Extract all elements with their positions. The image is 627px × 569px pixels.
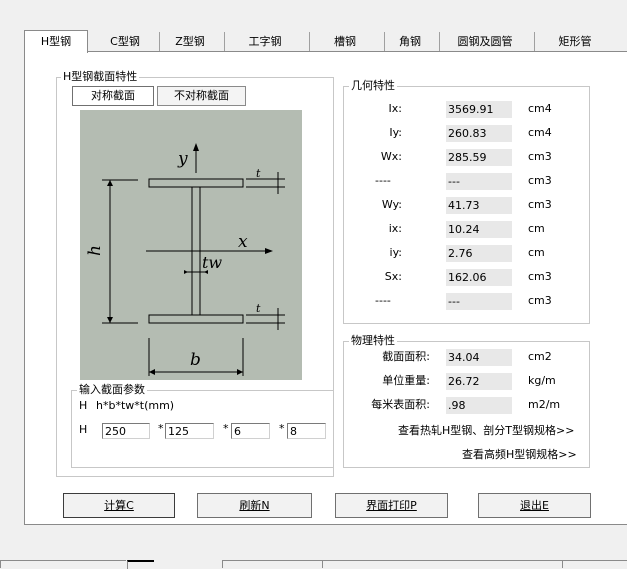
tw-input[interactable] xyxy=(231,423,270,439)
geometry-value: 10.24 xyxy=(446,221,512,238)
b-input[interactable] xyxy=(165,423,214,439)
asymmetric-section-button[interactable]: 不对称截面 xyxy=(157,86,246,106)
geometry-value: 2.76 xyxy=(446,245,512,262)
button-label: 计算C xyxy=(104,499,134,512)
diagram-label-y: y xyxy=(177,149,188,169)
geometry-value: 260.83 xyxy=(446,125,512,142)
geometry-label: iy: xyxy=(389,246,402,259)
calculate-button[interactable]: 计算C xyxy=(63,493,175,518)
tab-label: 圆钢及圆管 xyxy=(457,35,513,48)
geometry-label: Wy: xyxy=(381,198,402,211)
diagram-background xyxy=(80,110,302,380)
exit-button[interactable]: 退出E xyxy=(478,493,591,518)
diagram-label-tw: tw xyxy=(202,253,222,272)
t-input[interactable] xyxy=(287,423,326,439)
geometry-unit: cm xyxy=(528,246,545,259)
symmetric-section-button[interactable]: 对称截面 xyxy=(72,86,154,106)
tab-label: 工字钢 xyxy=(248,35,282,48)
geometry-value: 162.06 xyxy=(446,269,512,286)
button-label: 界面打印P xyxy=(366,499,417,512)
physical-unit: cm2 xyxy=(528,350,552,363)
mult-sign: * xyxy=(223,422,229,435)
physical-unit: kg/m xyxy=(528,374,556,387)
diagram-label-b: b xyxy=(190,350,201,370)
tab-bar: H型钢 C型钢 Z型钢 工字钢 槽钢 角钢 圆钢及圆管 矩形管 xyxy=(24,30,627,53)
geometry-unit: cm3 xyxy=(528,150,552,163)
diagram-label-t-bottom: t xyxy=(256,302,261,315)
diagram-label-t-top: t xyxy=(256,167,261,180)
geometry-unit: cm xyxy=(528,222,545,235)
tab-label: 角钢 xyxy=(399,35,421,48)
tab-channel[interactable]: 槽钢 xyxy=(309,32,380,51)
physical-value: 26.72 xyxy=(446,373,512,390)
geometry-unit: cm3 xyxy=(528,294,552,307)
tab-z-steel[interactable]: Z型钢 xyxy=(159,32,220,51)
input-formula-label: h*b*tw*t(mm) xyxy=(96,399,175,412)
geometry-label: ix: xyxy=(388,222,402,235)
section-group-title: H型钢截面特性 xyxy=(61,70,140,83)
geometry-label: Wx: xyxy=(380,150,402,163)
tab-h-steel[interactable]: H型钢 xyxy=(24,30,88,53)
tab-label: H型钢 xyxy=(40,35,72,48)
tab-label: 槽钢 xyxy=(334,35,356,48)
physical-value: .98 xyxy=(446,397,512,414)
geometry-value: 285.59 xyxy=(446,149,512,166)
geometry-unit: cm4 xyxy=(528,126,552,139)
geometry-label: Iy: xyxy=(389,126,402,139)
geometry-unit: cm3 xyxy=(528,174,552,187)
geometry-label: Ix: xyxy=(388,102,402,115)
high-freq-spec-link[interactable]: 查看高频H型钢规格>> xyxy=(462,446,577,462)
geometry-group-title: 几何特性 xyxy=(349,79,397,92)
geometry-value: --- xyxy=(446,293,512,310)
geometry-value: 41.73 xyxy=(446,197,512,214)
geometry-value: --- xyxy=(446,173,512,190)
input-group-title: 输入截面参数 xyxy=(77,383,147,396)
geometry-label: Sx: xyxy=(384,270,402,283)
h-beam-diagram: y x h b tw t t xyxy=(80,110,302,380)
h-input[interactable] xyxy=(102,423,150,439)
physical-label: 每米表面积: xyxy=(371,398,430,411)
button-label: 刷新N xyxy=(239,499,270,512)
tab-round[interactable]: 圆钢及圆管 xyxy=(439,32,530,51)
input-row-label: H xyxy=(79,423,88,436)
mult-sign: * xyxy=(279,422,285,435)
button-label: 不对称截面 xyxy=(174,89,229,102)
diagram-label-h: h xyxy=(85,245,105,256)
tab-c-steel[interactable]: C型钢 xyxy=(94,32,156,51)
tab-label: 矩形管 xyxy=(558,35,592,48)
physical-label: 单位重量: xyxy=(382,374,430,387)
geometry-label: ---- xyxy=(375,174,391,187)
tab-label: C型钢 xyxy=(110,35,140,48)
geometry-label: ---- xyxy=(375,294,391,307)
geometry-unit: cm4 xyxy=(528,102,552,115)
refresh-button[interactable]: 刷新N xyxy=(197,493,312,518)
status-segment xyxy=(127,560,154,569)
tab-label: Z型钢 xyxy=(175,35,205,48)
tab-rect-tube[interactable]: 矩形管 xyxy=(534,32,615,51)
input-type-label: H xyxy=(79,399,88,412)
geometry-unit: cm3 xyxy=(528,198,552,211)
physical-group-title: 物理特性 xyxy=(349,334,397,347)
button-label: 对称截面 xyxy=(91,89,135,102)
print-button[interactable]: 界面打印P xyxy=(335,493,448,518)
geometry-value: 3569.91 xyxy=(446,101,512,118)
diagram-label-x: x xyxy=(238,232,248,252)
physical-value: 34.04 xyxy=(446,349,512,366)
geometry-unit: cm3 xyxy=(528,270,552,283)
physical-label: 截面面积: xyxy=(382,350,430,363)
hot-rolled-spec-link[interactable]: 查看热轧H型钢、剖分T型钢规格>> xyxy=(398,422,574,438)
physical-unit: m2/m xyxy=(528,398,561,411)
mult-sign: * xyxy=(158,422,164,435)
button-label: 退出E xyxy=(520,499,549,512)
tab-angle[interactable]: 角钢 xyxy=(384,32,435,51)
tab-i-beam[interactable]: 工字钢 xyxy=(224,32,305,51)
